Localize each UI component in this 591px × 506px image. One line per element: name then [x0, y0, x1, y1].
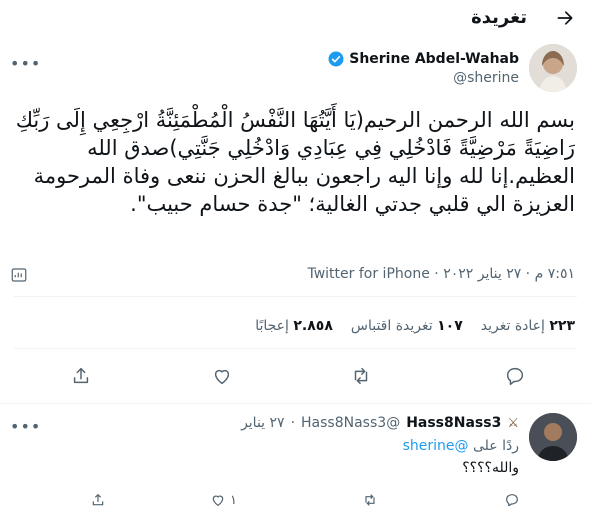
- page-header: تغريدة: [0, 0, 591, 36]
- heart-icon: [214, 369, 230, 385]
- tweet-text: بسم الله الرحمن الرحيم(يَا أَيَّتُهَا ال…: [15, 108, 575, 216]
- author-name: Sherine Abdel-Wahab: [349, 51, 519, 67]
- retweet-button[interactable]: [350, 365, 372, 387]
- retweet-icon: [354, 367, 368, 385]
- author-avatar[interactable]: [529, 44, 577, 92]
- share-icon: [73, 367, 89, 384]
- quotes-stat[interactable]: ١٠٧ تغريدة اقتباس: [351, 318, 463, 334]
- retweets-stat[interactable]: ٢٢٣ إعادة تغريد: [481, 318, 575, 334]
- quotes-count: ١٠٧: [437, 318, 463, 334]
- reply-prefix: ردًا على: [473, 438, 519, 454]
- tweet-actions: [0, 361, 591, 391]
- reply-icon: [506, 367, 524, 385]
- share-button[interactable]: [70, 365, 92, 387]
- divider: [14, 348, 577, 349]
- more-dots-icon: •••: [10, 54, 42, 73]
- tweet-date: ٢٧ يناير ٢٠٢٢: [443, 266, 522, 282]
- meta-separator: ·: [429, 266, 439, 282]
- reply-avatar[interactable]: [529, 413, 577, 461]
- reply-like-button[interactable]: ١: [210, 492, 237, 506]
- reply-reply-button[interactable]: [504, 492, 520, 506]
- more-options-button[interactable]: •••: [10, 54, 40, 74]
- tweet-stats: ٢٢٣ إعادة تغريد ١٠٧ تغريدة اقتباس ٢.٨٥٨ …: [0, 309, 591, 345]
- arrow-right-icon: [557, 11, 573, 25]
- reply-header: ⚔ Hass8Nass3 @Hass8Nass3 · ٢٧ يناير: [241, 415, 519, 431]
- retweets-label: إعادة تغريد: [480, 318, 545, 334]
- analytics-button[interactable]: [10, 266, 28, 288]
- swords-icon: ⚔: [507, 415, 519, 431]
- divider: [0, 403, 591, 404]
- replying-to: ردًا على @sherine: [403, 438, 519, 454]
- tweet-author: Sherine Abdel-Wahab @sherine •••: [0, 40, 591, 96]
- reply-separator: ·: [290, 415, 296, 431]
- avatar-image: [529, 44, 577, 92]
- more-dots-icon: •••: [10, 417, 42, 436]
- heart-icon: [212, 495, 224, 506]
- verified-badge-icon: [328, 51, 344, 67]
- share-icon: [92, 493, 104, 506]
- tweet-timestamp[interactable]: ٧:٥١ م · ٢٧ يناير ٢٠٢٢ · Twitter for iPh…: [307, 266, 575, 282]
- reply-actions: ١: [0, 490, 591, 506]
- tweet-source[interactable]: Twitter for iPhone: [307, 266, 429, 282]
- tweet-meta: ٧:٥١ م · ٢٧ يناير ٢٠٢٢ · Twitter for iPh…: [0, 262, 591, 286]
- reply-mention-link[interactable]: @sherine: [403, 438, 469, 454]
- retweet-icon: [365, 494, 375, 506]
- reply-like-count: ١: [230, 492, 237, 506]
- likes-stat[interactable]: ٢.٨٥٨ إعجابًا: [255, 318, 333, 334]
- author-name-row[interactable]: Sherine Abdel-Wahab: [327, 50, 519, 68]
- reply-text: والله؟؟؟؟: [462, 460, 519, 476]
- reply-retweet-button[interactable]: [362, 492, 378, 506]
- reply-author-handle[interactable]: @Hass8Nass3: [301, 415, 400, 431]
- likes-label: إعجابًا: [255, 318, 289, 334]
- reply-tweet[interactable]: ⚔ Hass8Nass3 @Hass8Nass3 · ٢٧ يناير ••• …: [0, 405, 591, 506]
- page-title: تغريدة: [471, 7, 527, 28]
- meta-separator: ·: [521, 266, 531, 282]
- reply-more-button[interactable]: •••: [10, 417, 41, 436]
- reply-button[interactable]: [504, 365, 526, 387]
- back-button[interactable]: [553, 6, 577, 30]
- retweets-count: ٢٢٣: [549, 318, 575, 334]
- analytics-icon: [11, 268, 27, 282]
- avatar-image: [529, 413, 577, 461]
- reply-icon: [506, 494, 518, 506]
- quotes-label: تغريدة اقتباس: [350, 318, 433, 334]
- reply-date[interactable]: ٢٧ يناير: [241, 415, 285, 431]
- likes-count: ٢.٨٥٨: [293, 318, 333, 334]
- reply-share-button[interactable]: [90, 492, 106, 506]
- divider: [14, 296, 577, 297]
- tweet-time: ٧:٥١ م: [534, 266, 575, 282]
- reply-author-name[interactable]: Hass8Nass3: [406, 415, 501, 431]
- like-button[interactable]: [211, 365, 233, 387]
- author-handle[interactable]: @sherine: [453, 70, 519, 86]
